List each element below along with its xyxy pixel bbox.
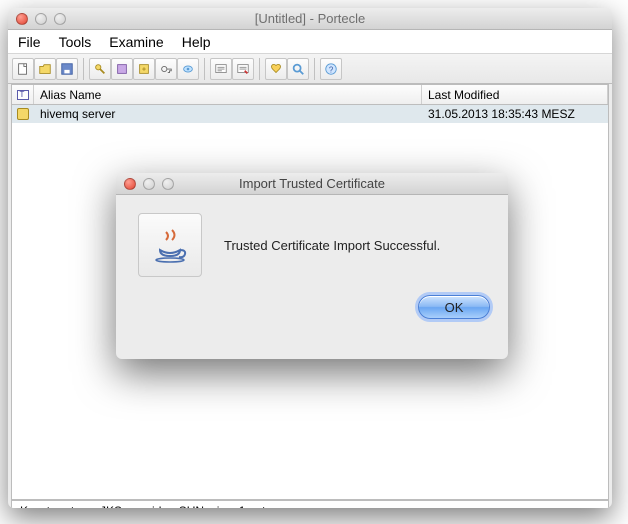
menu-file[interactable]: File (18, 34, 41, 50)
java-icon (138, 213, 202, 277)
import-trusted-cert-button[interactable] (111, 58, 133, 80)
header-type-icon (12, 85, 34, 104)
column-modified[interactable]: Last Modified (422, 85, 608, 104)
dialog-minimize-icon (143, 178, 155, 190)
window-title: [Untitled] - Portecle (8, 11, 612, 26)
zoom-icon[interactable] (54, 13, 66, 25)
new-keystore-button[interactable] (12, 58, 34, 80)
cell-alias: hivemq server (34, 107, 422, 121)
menu-examine[interactable]: Examine (109, 34, 163, 50)
generate-keypair-button[interactable] (89, 58, 111, 80)
set-password-button[interactable] (155, 58, 177, 80)
statusbar: Keystore type: JKS, provider: SUN, size:… (11, 500, 609, 508)
open-keystore-button[interactable] (34, 58, 56, 80)
dialog-close-icon[interactable] (124, 178, 136, 190)
keystore-report-button[interactable] (177, 58, 199, 80)
dialog-title: Import Trusted Certificate (116, 176, 508, 191)
table-row[interactable]: hivemq server 31.05.2013 18:35:43 MESZ (12, 105, 608, 123)
examine-crl-button[interactable] (232, 58, 254, 80)
cell-modified: 31.05.2013 18:35:43 MESZ (422, 107, 608, 121)
close-icon[interactable] (16, 13, 28, 25)
menu-help[interactable]: Help (182, 34, 211, 50)
main-titlebar: [Untitled] - Portecle (8, 8, 612, 30)
cert-icon (17, 108, 29, 120)
donate-button[interactable] (265, 58, 287, 80)
import-keypair-button[interactable] (133, 58, 155, 80)
examine-ssl-button[interactable] (287, 58, 309, 80)
dialog-message: Trusted Certificate Import Successful. (224, 238, 440, 253)
status-text: Keystore type: JKS, provider: SUN, size:… (20, 504, 275, 508)
menu-tools[interactable]: Tools (59, 34, 92, 50)
dialog-titlebar: Import Trusted Certificate (116, 173, 508, 195)
svg-text:?: ? (329, 65, 334, 74)
import-cert-dialog: Import Trusted Certificate Trusted Certi… (116, 173, 508, 359)
minimize-icon[interactable] (35, 13, 47, 25)
help-button[interactable]: ? (320, 58, 342, 80)
menubar: File Tools Examine Help (8, 30, 612, 54)
table-header: Alias Name Last Modified (12, 85, 608, 105)
examine-cert-button[interactable] (210, 58, 232, 80)
column-alias[interactable]: Alias Name (34, 85, 422, 104)
ok-button[interactable]: OK (418, 295, 490, 319)
save-keystore-button[interactable] (56, 58, 78, 80)
dialog-zoom-icon (162, 178, 174, 190)
toolbar: ? (8, 54, 612, 84)
